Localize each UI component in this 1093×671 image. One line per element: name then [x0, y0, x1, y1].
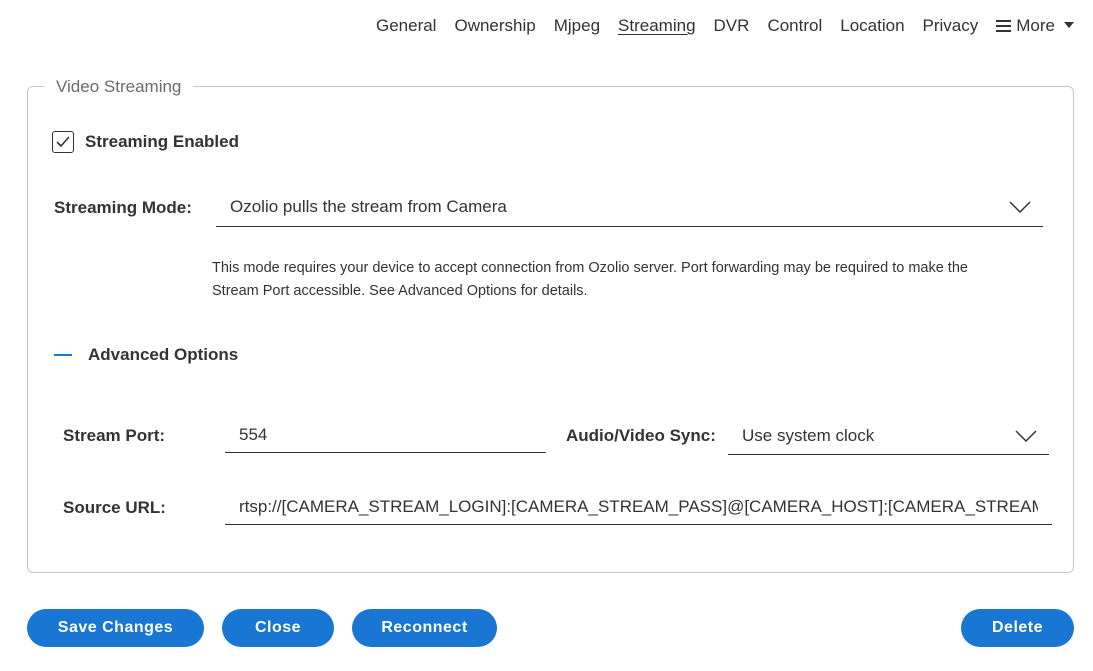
- av-sync-value: Use system clock: [742, 425, 875, 445]
- streaming-mode-value: Ozolio pulls the stream from Camera: [230, 196, 507, 216]
- nav-tab-location[interactable]: Location: [840, 16, 904, 36]
- close-button[interactable]: Close: [222, 609, 334, 647]
- collapse-icon: [54, 354, 72, 356]
- source-url-input[interactable]: [225, 489, 1052, 525]
- chevron-down-icon: [1009, 200, 1031, 213]
- streaming-enabled-checkbox[interactable]: [52, 131, 74, 153]
- streaming-mode-select[interactable]: Ozolio pulls the stream from Camera: [216, 187, 1043, 227]
- advanced-options-label: Advanced Options: [88, 345, 239, 364]
- nav-tab-general[interactable]: General: [376, 16, 436, 36]
- nav-tab-control[interactable]: Control: [767, 16, 822, 36]
- caret-down-icon: [1064, 22, 1074, 28]
- save-changes-button[interactable]: Save Changes: [27, 609, 204, 647]
- delete-button[interactable]: Delete: [961, 609, 1074, 647]
- stream-port-input[interactable]: [225, 417, 546, 453]
- video-streaming-panel: Video Streaming Streaming Enabled Stream…: [27, 77, 1074, 573]
- nav-tab-streaming[interactable]: Streaming: [618, 16, 695, 36]
- source-url-label: Source URL:: [63, 498, 166, 517]
- reconnect-button[interactable]: Reconnect: [352, 609, 497, 647]
- nav-tab-privacy[interactable]: Privacy: [923, 16, 979, 36]
- streaming-mode-hint: This mode requires your device to accept…: [212, 260, 968, 299]
- streaming-enabled-label: Streaming Enabled: [85, 132, 239, 151]
- hamburger-icon: [996, 20, 1012, 32]
- streaming-enabled-row[interactable]: Streaming Enabled: [52, 131, 239, 153]
- streaming-mode-label: Streaming Mode:: [54, 198, 192, 217]
- nav-tab-ownership[interactable]: Ownership: [454, 16, 535, 36]
- av-sync-label: Audio/Video Sync:: [566, 426, 716, 445]
- top-nav: General Ownership Mjpeg Streaming DVR Co…: [358, 14, 1074, 38]
- chevron-down-icon: [1015, 429, 1037, 442]
- av-sync-select[interactable]: Use system clock: [728, 417, 1049, 455]
- nav-more-label: More: [1016, 16, 1055, 35]
- nav-tab-dvr[interactable]: DVR: [714, 16, 750, 36]
- panel-legend: Video Streaming: [44, 77, 194, 97]
- advanced-options-toggle[interactable]: Advanced Options: [54, 345, 238, 365]
- stream-port-label: Stream Port:: [63, 426, 166, 445]
- checkmark-icon: [56, 136, 70, 147]
- nav-tab-mjpeg[interactable]: Mjpeg: [554, 16, 600, 36]
- nav-more-menu[interactable]: More: [996, 16, 1074, 36]
